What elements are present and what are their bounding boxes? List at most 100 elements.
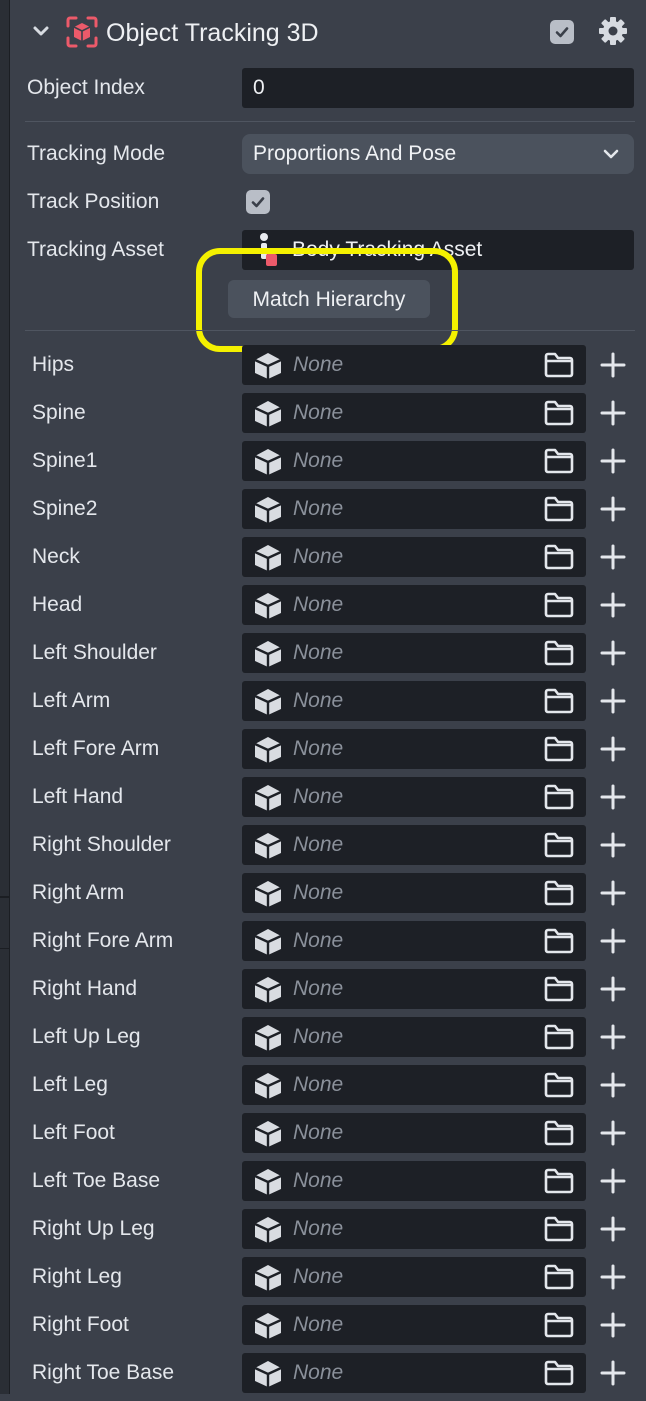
bone-label: Left Hand [32,785,124,808]
add-icon[interactable] [600,448,626,474]
folder-icon[interactable] [544,1360,574,1386]
bone-row: Right Leg None [10,1257,646,1305]
folder-icon[interactable] [544,496,574,522]
section-divider [25,330,635,331]
tracking-asset-field[interactable]: Body Tracking Asset [242,230,634,270]
match-hierarchy-button[interactable]: Match Hierarchy [228,280,430,318]
add-icon[interactable] [600,880,626,906]
folder-icon[interactable] [544,1168,574,1194]
bone-object-field[interactable]: None [242,921,586,961]
bone-object-field[interactable]: None [242,1065,586,1105]
folder-icon[interactable] [544,1024,574,1050]
object-cube-icon [253,544,283,572]
add-icon[interactable] [600,1264,626,1290]
add-icon[interactable] [600,352,626,378]
bone-object-field[interactable]: None [242,1209,586,1249]
bone-object-field[interactable]: None [242,537,586,577]
tracking-mode-value: Proportions And Pose [253,142,457,165]
add-icon[interactable] [600,1072,626,1098]
add-icon[interactable] [600,784,626,810]
collapse-chevron-icon[interactable] [32,22,50,40]
bone-object-field[interactable]: None [242,873,586,913]
add-icon[interactable] [600,1312,626,1338]
bone-label: Right Up Leg [32,1217,155,1240]
bone-object-field[interactable]: None [242,969,586,1009]
left-panel-edge [0,0,10,1394]
bone-value: None [293,593,344,616]
bone-value: None [293,449,344,472]
bone-object-field[interactable]: None [242,1257,586,1297]
track-position-checkbox[interactable] [246,190,270,214]
add-icon[interactable] [600,400,626,426]
bone-object-field[interactable]: None [242,441,586,481]
bone-value: None [293,401,344,424]
bone-object-field[interactable]: None [242,393,586,433]
add-icon[interactable] [600,832,626,858]
bone-object-field[interactable]: None [242,1353,586,1393]
add-icon[interactable] [600,976,626,1002]
folder-icon[interactable] [544,784,574,810]
bone-label: Spine [32,401,86,424]
object-cube-icon [253,496,283,524]
body-tracking-asset-icon [254,232,278,266]
bone-value: None [293,881,344,904]
folder-icon[interactable] [544,976,574,1002]
folder-icon[interactable] [544,1216,574,1242]
bone-label: Left Fore Arm [32,737,160,760]
component-enabled-checkbox[interactable] [550,20,574,44]
folder-icon[interactable] [544,928,574,954]
add-icon[interactable] [600,592,626,618]
bone-object-field[interactable]: None [242,1161,586,1201]
add-icon[interactable] [600,1360,626,1386]
folder-icon[interactable] [544,352,574,378]
bone-value: None [293,1217,344,1240]
folder-icon[interactable] [544,1072,574,1098]
add-icon[interactable] [600,688,626,714]
bone-object-field[interactable]: None [242,585,586,625]
bone-object-field[interactable]: None [242,681,586,721]
bone-label: Left Arm [32,689,111,712]
object-index-value: 0 [253,76,265,99]
add-icon[interactable] [600,1216,626,1242]
folder-icon[interactable] [544,448,574,474]
folder-icon[interactable] [544,832,574,858]
section-divider [25,121,635,122]
folder-icon[interactable] [544,544,574,570]
bone-object-field[interactable]: None [242,777,586,817]
add-icon[interactable] [600,928,626,954]
object-cube-icon [253,352,283,380]
bone-row: Left Fore Arm None [10,729,646,777]
folder-icon[interactable] [544,880,574,906]
add-icon[interactable] [600,736,626,762]
object-cube-icon [253,736,283,764]
add-icon[interactable] [600,1024,626,1050]
bone-object-field[interactable]: None [242,1305,586,1345]
gear-icon[interactable] [596,14,630,48]
bone-object-field[interactable]: None [242,729,586,769]
add-icon[interactable] [600,640,626,666]
bone-object-field[interactable]: None [242,1017,586,1057]
object-cube-icon [253,640,283,668]
object-index-input[interactable]: 0 [242,68,634,108]
folder-icon[interactable] [544,1120,574,1146]
add-icon[interactable] [600,496,626,522]
folder-icon[interactable] [544,1312,574,1338]
tracking-mode-dropdown[interactable]: Proportions And Pose [242,134,634,174]
folder-icon[interactable] [544,736,574,762]
folder-icon[interactable] [544,688,574,714]
folder-icon[interactable] [544,400,574,426]
add-icon[interactable] [600,1120,626,1146]
bone-object-field[interactable]: None [242,633,586,673]
add-icon[interactable] [600,544,626,570]
bone-object-field[interactable]: None [242,345,586,385]
bone-row: Left Shoulder None [10,633,646,681]
bone-value: None [293,545,344,568]
bone-object-field[interactable]: None [242,825,586,865]
folder-icon[interactable] [544,592,574,618]
folder-icon[interactable] [544,1264,574,1290]
bone-object-field[interactable]: None [242,1113,586,1153]
bone-value: None [293,1313,344,1336]
folder-icon[interactable] [544,640,574,666]
add-icon[interactable] [600,1168,626,1194]
bone-object-field[interactable]: None [242,489,586,529]
